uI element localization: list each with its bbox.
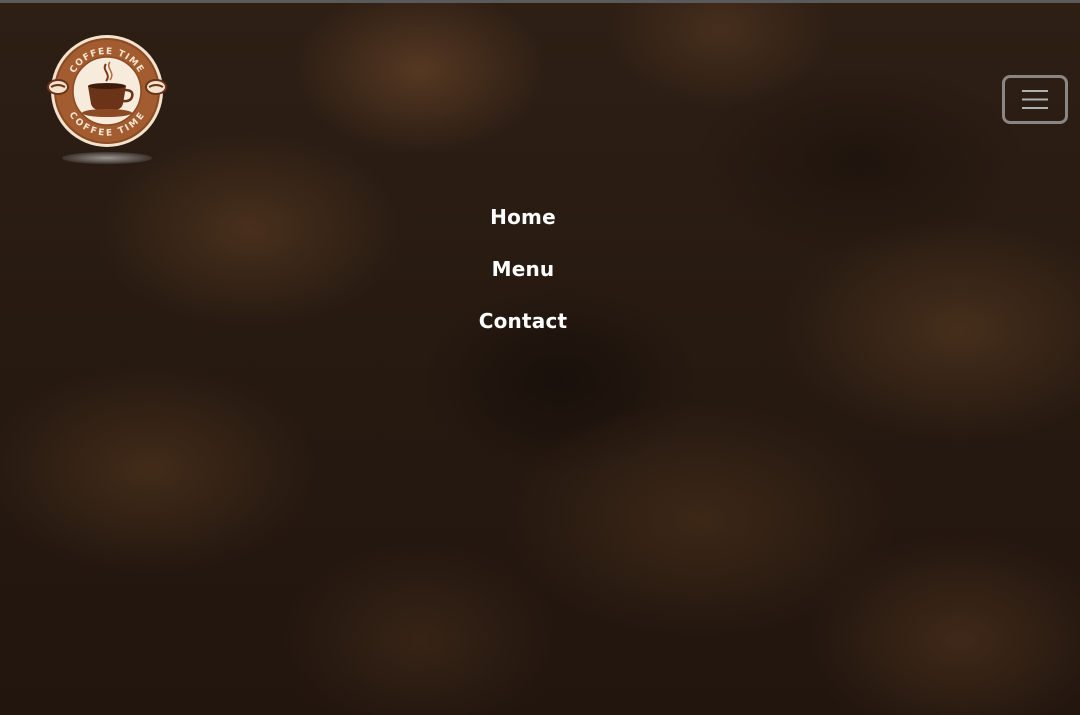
coffee-cup-icon: COFFEE TIME COFFEE TIME: [47, 35, 167, 147]
top-border: [0, 0, 1080, 3]
menu-toggle-button[interactable]: [1002, 75, 1068, 124]
nav-item-menu[interactable]: Menu: [492, 250, 555, 288]
nav-item-contact[interactable]: Contact: [479, 302, 568, 340]
hamburger-menu-icon: [1022, 90, 1048, 109]
nav-item-home[interactable]: Home: [490, 198, 556, 236]
site-logo[interactable]: COFFEE TIME COFFEE TIME: [46, 34, 168, 166]
main-nav: Home Menu Contact: [0, 198, 1046, 354]
